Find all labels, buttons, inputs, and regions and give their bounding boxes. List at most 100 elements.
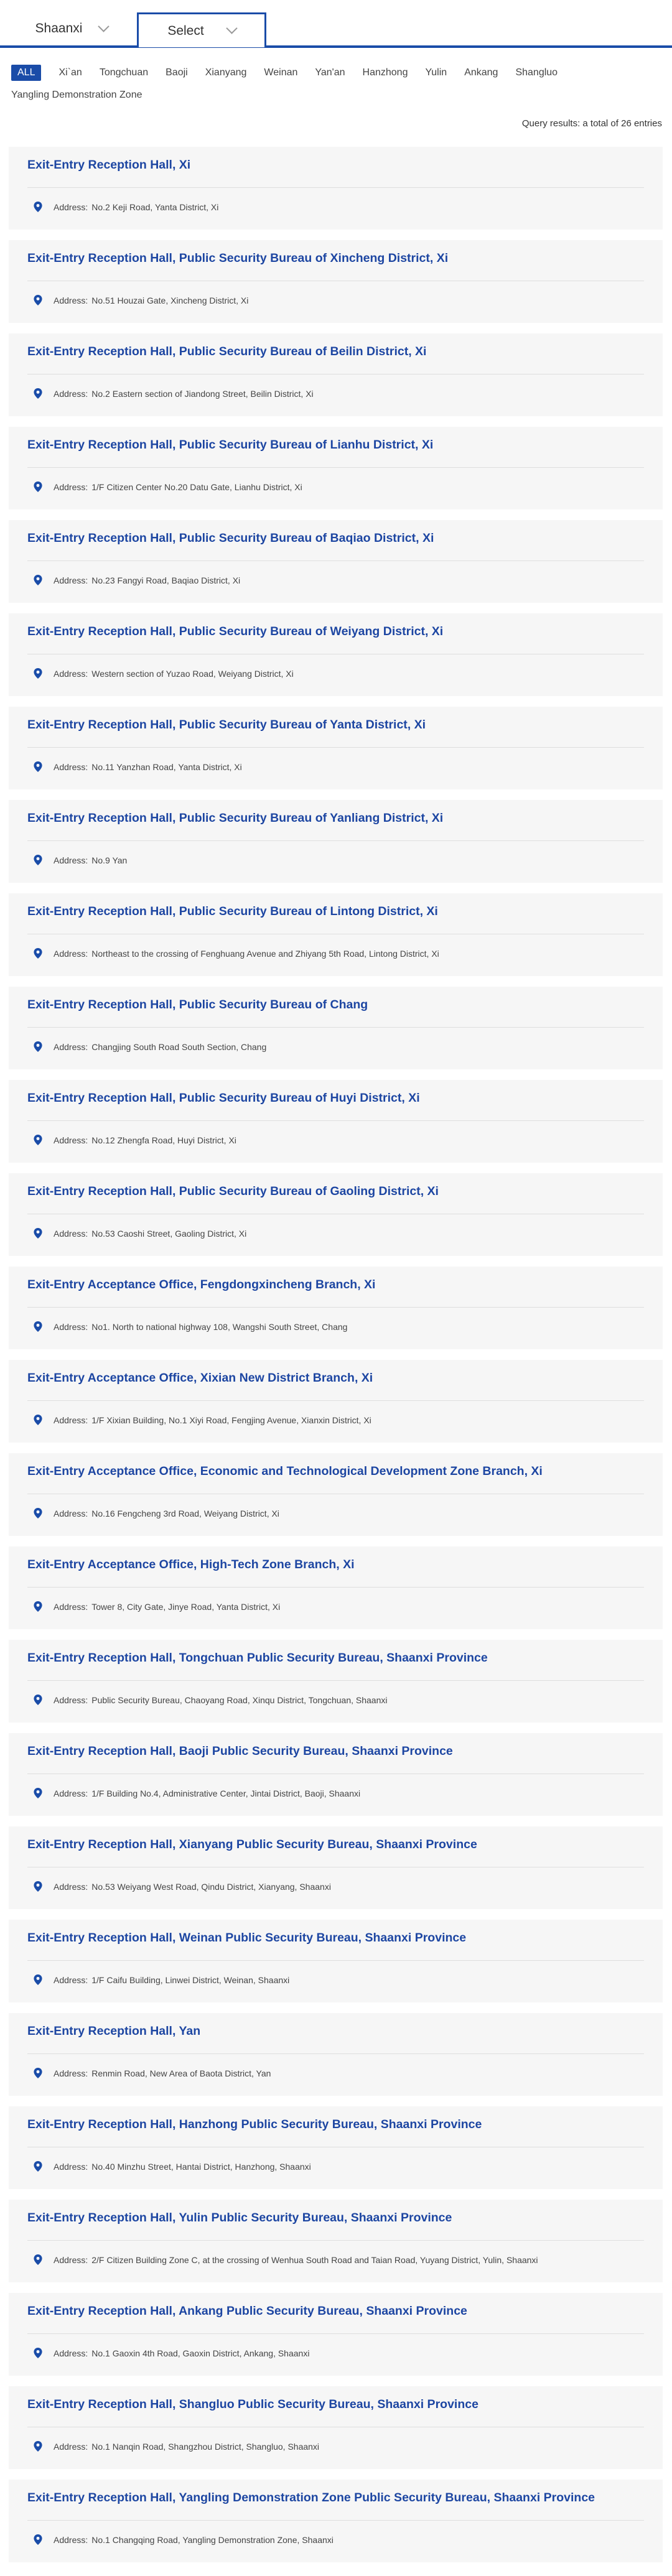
address-value: No.1 Changqing Road, Yangling Demonstrat… (91, 2534, 334, 2545)
office-title-link[interactable]: Exit-Entry Reception Hall, Public Securi… (27, 345, 644, 359)
office-address: Address: No.2 Keji Road, Yanta District, … (27, 202, 644, 212)
address-label: Address: (54, 1321, 88, 1332)
location-pin-icon (34, 855, 42, 865)
office-title-link[interactable]: Exit-Entry Reception Hall, Public Securi… (27, 625, 644, 639)
address-value: No.1 Nanqin Road, Shangzhou District, Sh… (91, 2441, 320, 2452)
office-title-link[interactable]: Exit-Entry Reception Hall, Yangling Demo… (27, 2491, 644, 2505)
office-title-link[interactable]: Exit-Entry Reception Hall, Public Securi… (27, 718, 644, 732)
office-card: Exit-Entry Reception Hall, Public Securi… (9, 613, 663, 696)
filter-tongchuan[interactable]: Tongchuan (100, 65, 148, 81)
office-title-link[interactable]: Exit-Entry Reception Hall, Yan (27, 2024, 644, 2039)
filter-all[interactable]: ALL (11, 65, 42, 81)
address-value: 1/F Xixian Building, No.1 Xiyi Road, Fen… (91, 1415, 371, 1425)
province-select[interactable]: Shaanxi (12, 11, 131, 46)
office-card: Exit-Entry Reception Hall, Public Securi… (9, 240, 663, 323)
divider (27, 1120, 644, 1121)
filter-hanzhong[interactable]: Hanzhong (363, 65, 408, 81)
office-address: Address: Western section of Yuzao Road, W… (27, 668, 644, 679)
address-value: Renmin Road, New Area of Baota District,… (91, 2068, 271, 2078)
office-title-link[interactable]: Exit-Entry Reception Hall, Baoji Public … (27, 1744, 644, 1759)
office-title-link[interactable]: Exit-Entry Reception Hall, Public Securi… (27, 998, 644, 1012)
office-card: Exit-Entry Reception Hall, Hanzhong Publ… (9, 2106, 663, 2189)
filter-yangling-demonstration-zone[interactable]: Yangling Demonstration Zone (11, 87, 142, 103)
office-title-link[interactable]: Exit-Entry Reception Hall, Public Securi… (27, 251, 644, 266)
office-title-link[interactable]: Exit-Entry Reception Hall, Public Securi… (27, 811, 644, 825)
address-label: Address: (54, 1601, 88, 1612)
office-card: Exit-Entry Reception Hall, Public Securi… (9, 707, 663, 789)
address-label: Address: (54, 2254, 88, 2265)
office-title-link[interactable]: Exit-Entry Acceptance Office, Xixian New… (27, 1371, 644, 1385)
address-value: 2/F Citizen Building Zone C, at the cros… (91, 2254, 538, 2265)
office-title-link[interactable]: Exit-Entry Reception Hall, Xi (27, 158, 644, 172)
location-pin-icon (34, 388, 42, 399)
address-label: Address: (54, 295, 88, 305)
office-card: Exit-Entry Reception Hall, Shangluo Publ… (9, 2386, 663, 2469)
address-value: No1. North to national highway 108, Wang… (91, 1321, 348, 1332)
office-title-link[interactable]: Exit-Entry Reception Hall, Weinan Public… (27, 1931, 644, 1945)
address-label: Address: (54, 575, 88, 585)
location-pin-icon (34, 575, 42, 585)
address-value: Northeast to the crossing of Fenghuang A… (91, 948, 439, 959)
address-label: Address: (54, 388, 88, 399)
office-address: Address: No.9 Yan (27, 855, 644, 865)
office-address: Address: Renmin Road, New Area of Baota D… (27, 2068, 644, 2078)
office-title-link[interactable]: Exit-Entry Acceptance Office, Fengdongxi… (27, 1278, 644, 1292)
city-select-placeholder: Select (167, 23, 204, 38)
office-title-link[interactable]: Exit-Entry Acceptance Office, Economic a… (27, 1464, 644, 1479)
chevron-down-icon (98, 20, 110, 32)
filter-ankang[interactable]: Ankang (464, 65, 498, 81)
location-pin-icon (34, 2254, 42, 2265)
filter-yulin[interactable]: Yulin (425, 65, 447, 81)
divider (27, 1680, 644, 1681)
office-card: Exit-Entry Acceptance Office, Xixian New… (9, 1360, 663, 1443)
office-card: Exit-Entry Reception Hall, Public Securi… (9, 893, 663, 976)
divider (27, 2333, 644, 2334)
divider (27, 1307, 644, 1308)
office-title-link[interactable]: Exit-Entry Reception Hall, Ankang Public… (27, 2304, 644, 2318)
office-title-link[interactable]: Exit-Entry Reception Hall, Public Securi… (27, 531, 644, 546)
office-title-link[interactable]: Exit-Entry Reception Hall, Xianyang Publ… (27, 1838, 644, 1852)
office-address: Address: 1/F Building No.4, Administrativ… (27, 1788, 644, 1798)
filter-weinan[interactable]: Weinan (264, 65, 297, 81)
filter-xi-an[interactable]: Xi`an (58, 65, 82, 81)
location-pin-icon (34, 761, 42, 772)
office-title-link[interactable]: Exit-Entry Reception Hall, Public Securi… (27, 1184, 644, 1199)
office-title-link[interactable]: Exit-Entry Reception Hall, Yulin Public … (27, 2211, 644, 2225)
office-address: Address: 2/F Citizen Building Zone C, at … (27, 2254, 644, 2265)
office-title-link[interactable]: Exit-Entry Reception Hall, Public Securi… (27, 904, 644, 919)
office-title-link[interactable]: Exit-Entry Reception Hall, Tongchuan Pub… (27, 1651, 644, 1665)
address-label: Address: (54, 2161, 88, 2172)
location-pin-icon (34, 2348, 42, 2358)
office-title-link[interactable]: Exit-Entry Reception Hall, Shangluo Publ… (27, 2397, 644, 2412)
location-pin-icon (34, 2441, 42, 2452)
city-select[interactable]: Select (137, 12, 266, 47)
filter-baoji[interactable]: Baoji (166, 65, 188, 81)
office-card: Exit-Entry Acceptance Office, High-Tech … (9, 1546, 663, 1629)
location-pin-icon (34, 202, 42, 212)
office-address: Address: No.53 Caoshi Street, Gaoling Dis… (27, 1228, 644, 1239)
location-pin-icon (34, 1135, 42, 1145)
office-title-link[interactable]: Exit-Entry Acceptance Office, High-Tech … (27, 1558, 644, 1572)
office-address: Address: Changjing South Road South Secti… (27, 1041, 644, 1052)
address-label: Address: (54, 1881, 88, 1892)
divider (27, 1960, 644, 1961)
location-pin-icon (34, 295, 42, 305)
address-value: No.51 Houzai Gate, Xincheng District, Xi (91, 295, 249, 305)
location-pin-icon (34, 1881, 42, 1892)
office-address: Address: No1. North to national highway 1… (27, 1321, 644, 1332)
office-title-link[interactable]: Exit-Entry Reception Hall, Public Securi… (27, 1091, 644, 1105)
filter-yan-an[interactable]: Yan'an (315, 65, 345, 81)
office-title-link[interactable]: Exit-Entry Reception Hall, Public Securi… (27, 438, 644, 452)
address-label: Address: (54, 668, 88, 679)
filter-xianyang[interactable]: Xianyang (205, 65, 247, 81)
office-card: Exit-Entry Reception Hall, Xi Address: No.… (9, 147, 663, 230)
location-pin-icon (34, 2161, 42, 2172)
region-selector-bar: Shaanxi Select (0, 0, 672, 50)
location-pin-icon (34, 2068, 42, 2078)
office-card: Exit-Entry Reception Hall, Public Securi… (9, 333, 663, 416)
address-label: Address: (54, 1415, 88, 1425)
location-pin-icon (34, 1041, 42, 1052)
filter-shangluo[interactable]: Shangluo (515, 65, 558, 81)
office-title-link[interactable]: Exit-Entry Reception Hall, Hanzhong Publ… (27, 2118, 644, 2132)
office-address: Address: No.1 Changqing Road, Yangling De… (27, 2534, 644, 2545)
